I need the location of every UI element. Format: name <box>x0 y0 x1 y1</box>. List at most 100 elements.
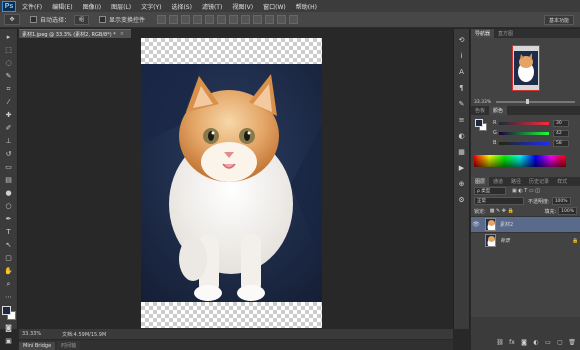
tab-histogram[interactable]: 直方图 <box>494 29 517 38</box>
info-icon[interactable]: i <box>456 50 467 61</box>
path-selection-tool-icon[interactable]: ↖ <box>3 240 15 250</box>
clone-source-icon[interactable]: ⊕ <box>456 178 467 189</box>
navigator-zoom-value[interactable]: 33.33% <box>474 100 491 105</box>
history-brush-tool-icon[interactable]: ↺ <box>3 149 15 159</box>
color-panel-foreground[interactable] <box>475 119 483 127</box>
quick-mask-icon[interactable]: ◙ <box>3 323 15 333</box>
align-left-icon[interactable] <box>193 15 203 24</box>
paragraph-icon[interactable]: ¶ <box>456 82 467 93</box>
color-swatches[interactable] <box>1 306 16 320</box>
show-transform-checkbox[interactable] <box>99 16 107 23</box>
screen-mode-icon[interactable]: ▣ <box>3 336 15 346</box>
tab-swatches[interactable]: 色板 <box>471 106 489 115</box>
crop-tool-icon[interactable]: ⌗ <box>3 84 15 94</box>
clone-stamp-tool-icon[interactable]: ⊥ <box>3 136 15 146</box>
menu-select[interactable]: 选择(S) <box>171 2 192 11</box>
move-tool-icon[interactable]: ▸ <box>3 32 15 42</box>
navigator-zoom-slider[interactable] <box>496 99 575 104</box>
menu-filter[interactable]: 滤镜(T) <box>202 2 222 11</box>
more-tools-icon[interactable]: ⋯ <box>3 292 15 302</box>
tab-color[interactable]: 颜色 <box>489 106 508 115</box>
tab-timeline[interactable]: 时间轴 <box>57 341 81 350</box>
distribute-hcenter-icon[interactable] <box>277 15 287 24</box>
quick-select-tool-icon[interactable]: ✎ <box>3 71 15 81</box>
character-icon[interactable]: A <box>456 66 467 77</box>
blue-slider[interactable] <box>499 141 549 145</box>
workspace-switcher[interactable]: 基本功能 <box>544 15 574 25</box>
navigator-preview[interactable] <box>471 38 580 98</box>
brush-tool-icon[interactable]: ✐ <box>3 123 15 133</box>
lock-icons[interactable]: ▩ ✎ ✥ 🔒 <box>490 208 514 214</box>
tab-layers[interactable]: 图层 <box>471 177 490 186</box>
layer-row[interactable]: 👁 素材2 <box>471 216 580 232</box>
fill-field[interactable]: 100% <box>558 207 577 215</box>
new-group-icon[interactable]: ▭ <box>544 338 552 346</box>
green-slider[interactable] <box>499 131 549 135</box>
menu-help[interactable]: 帮助(H) <box>296 2 317 11</box>
foreground-color[interactable] <box>1 306 11 315</box>
lasso-tool-icon[interactable]: ◌ <box>3 58 15 68</box>
tab-history[interactable]: 历史记录 <box>525 177 553 186</box>
zoom-level[interactable]: 33.33% <box>22 331 52 337</box>
tab-channels[interactable]: 通道 <box>489 177 507 186</box>
tab-paths[interactable]: 路径 <box>507 177 525 186</box>
history-icon[interactable]: ⟲ <box>456 34 467 45</box>
delete-layer-icon[interactable]: 🗑 <box>568 338 576 346</box>
distribute-vcenter-icon[interactable] <box>241 15 251 24</box>
visibility-eye-icon[interactable]: 👁 <box>471 221 481 228</box>
type-tool-icon[interactable]: T <box>3 227 15 237</box>
green-value[interactable]: 42 <box>553 129 569 137</box>
opacity-field[interactable]: 100% <box>551 197 571 205</box>
gradient-tool-icon[interactable]: ▤ <box>3 175 15 185</box>
eraser-tool-icon[interactable]: ▭ <box>3 162 15 172</box>
color-spectrum[interactable] <box>474 155 566 167</box>
auto-select-checkbox[interactable] <box>30 16 37 23</box>
blue-value[interactable]: 58 <box>553 139 569 147</box>
auto-select-dropdown[interactable]: 组 <box>74 14 90 25</box>
align-right-icon[interactable] <box>217 15 227 24</box>
zoom-slider-handle[interactable] <box>526 99 530 104</box>
adjustment-layer-icon[interactable]: ◐ <box>532 338 540 346</box>
distribute-bottom-icon[interactable] <box>253 15 263 24</box>
marquee-tool-icon[interactable]: ⬚ <box>3 45 15 55</box>
close-icon[interactable]: × <box>120 31 124 37</box>
align-top-icon[interactable] <box>157 15 167 24</box>
shape-tool-icon[interactable]: ▢ <box>3 253 15 263</box>
layer-style-icon[interactable]: fx <box>508 338 516 346</box>
document-tab[interactable]: 素材1.jpeg @ 33.3% (素材2, RGB/8*) * × <box>19 29 131 38</box>
menu-type[interactable]: 文字(Y) <box>141 2 161 11</box>
pen-tool-icon[interactable]: ✒ <box>3 214 15 224</box>
tool-preset-picker[interactable]: ✥ <box>4 14 20 25</box>
styles-icon[interactable]: ▦ <box>456 146 467 157</box>
blend-mode-dropdown[interactable]: 正常 <box>474 197 524 205</box>
tool-presets-icon[interactable]: ⚙ <box>456 194 467 205</box>
navigator-view-box[interactable] <box>511 45 540 91</box>
color-panel-swatches[interactable] <box>475 119 487 131</box>
align-bottom-icon[interactable] <box>181 15 191 24</box>
brush-presets-icon[interactable]: ✎ <box>456 98 467 109</box>
properties-icon[interactable]: ≡ <box>456 114 467 125</box>
hand-tool-icon[interactable]: ✋ <box>3 266 15 276</box>
layer-kind-filter[interactable]: ρ 类型 <box>474 187 506 195</box>
menu-view[interactable]: 视图(V) <box>232 2 253 11</box>
add-mask-icon[interactable]: ◙ <box>520 338 528 346</box>
red-value[interactable]: 30 <box>553 119 569 127</box>
menu-window[interactable]: 窗口(W) <box>263 2 286 11</box>
align-hcenter-icon[interactable] <box>205 15 215 24</box>
layer-name[interactable]: 背景 <box>500 237 572 244</box>
healing-brush-tool-icon[interactable]: ✚ <box>3 110 15 120</box>
document-canvas[interactable] <box>141 38 322 328</box>
dodge-tool-icon[interactable]: ○ <box>3 201 15 211</box>
actions-icon[interactable]: ▶ <box>456 162 467 173</box>
adjustments-icon[interactable]: ◐ <box>456 130 467 141</box>
new-layer-icon[interactable]: ▢ <box>556 338 564 346</box>
distribute-top-icon[interactable] <box>229 15 239 24</box>
zoom-tool-icon[interactable]: ⌕ <box>3 279 15 289</box>
menu-image[interactable]: 图像(I) <box>83 2 101 11</box>
layer-name[interactable]: 素材2 <box>500 221 580 228</box>
menu-layer[interactable]: 图层(L) <box>111 2 131 11</box>
eyedropper-tool-icon[interactable]: ⁄ <box>3 97 15 107</box>
tab-navigator[interactable]: 导航器 <box>471 29 495 38</box>
tab-styles[interactable]: 样式 <box>553 177 571 186</box>
red-slider[interactable] <box>499 121 549 125</box>
